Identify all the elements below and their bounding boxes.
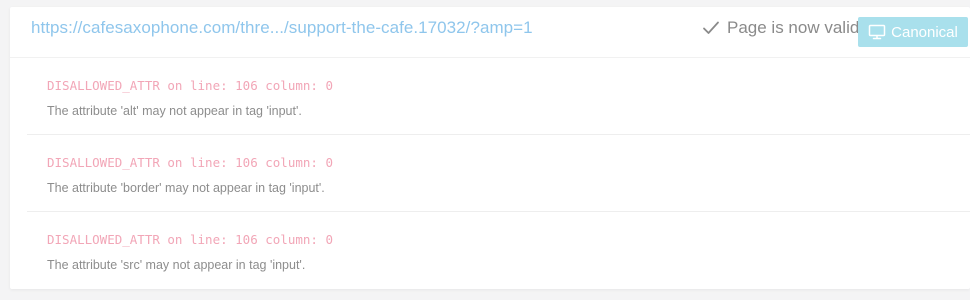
- error-message: The attribute 'alt' may not appear in ta…: [47, 104, 302, 118]
- error-list: DISALLOWED_ATTR on line: 106 column: 0 T…: [27, 58, 970, 289]
- error-code: DISALLOWED_ATTR on line: 106 column: 0: [47, 78, 333, 93]
- monitor-icon: [868, 24, 886, 40]
- valid-status-text: Page is now valid: [727, 18, 860, 37]
- error-message: The attribute 'border' may not appear in…: [47, 181, 325, 195]
- page-url-link[interactable]: https://cafesaxophone.com/thre.../suppor…: [31, 18, 533, 38]
- check-icon: [703, 21, 719, 34]
- valid-status: Page is now valid: [702, 18, 859, 38]
- error-item: DISALLOWED_ATTR on line: 106 column: 0 T…: [27, 58, 970, 135]
- error-item: DISALLOWED_ATTR on line: 106 column: 0 T…: [27, 212, 970, 289]
- result-header: https://cafesaxophone.com/thre.../suppor…: [10, 7, 970, 57]
- canonical-button[interactable]: Canonical: [858, 17, 968, 47]
- canonical-button-label: Canonical: [891, 23, 958, 41]
- error-message: The attribute 'src' may not appear in ta…: [47, 258, 306, 272]
- validation-result-card: https://cafesaxophone.com/thre.../suppor…: [10, 7, 970, 289]
- error-code: DISALLOWED_ATTR on line: 106 column: 0: [47, 232, 333, 247]
- error-item: DISALLOWED_ATTR on line: 106 column: 0 T…: [27, 135, 970, 212]
- error-code: DISALLOWED_ATTR on line: 106 column: 0: [47, 155, 333, 170]
